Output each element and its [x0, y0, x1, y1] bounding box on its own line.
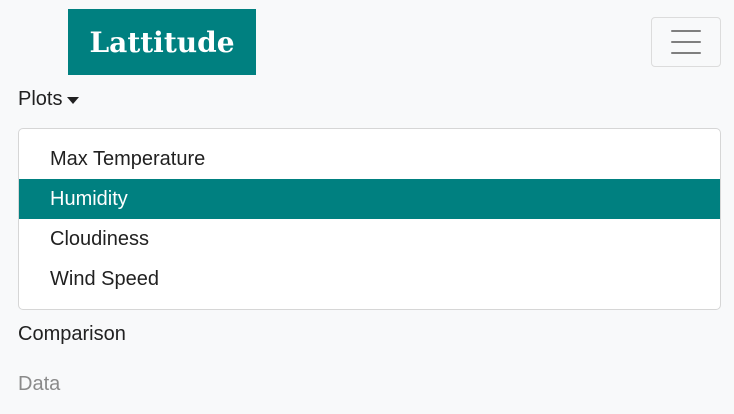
dropdown-item-cloudiness[interactable]: Cloudiness	[19, 219, 720, 259]
dropdown-item-humidity[interactable]: Humidity	[19, 179, 720, 219]
plots-label: Plots	[18, 88, 63, 110]
plots-dropdown-toggle[interactable]: Plots	[18, 88, 80, 111]
brand-title: Lattitude	[89, 25, 235, 59]
nav-link-data[interactable]: Data	[18, 373, 60, 396]
dropdown-item-max-temperature[interactable]: Max Temperature	[19, 139, 720, 179]
hamburger-menu-icon	[671, 30, 701, 54]
caret-down-icon	[67, 97, 80, 104]
plots-dropdown-menu: Max Temperature Humidity Cloudiness Wind…	[18, 128, 721, 310]
brand-logo[interactable]: Lattitude	[68, 9, 256, 75]
nav-link-comparison[interactable]: Comparison	[18, 323, 126, 346]
navbar-toggler-button[interactable]	[651, 17, 721, 67]
dropdown-item-wind-speed[interactable]: Wind Speed	[19, 259, 720, 299]
